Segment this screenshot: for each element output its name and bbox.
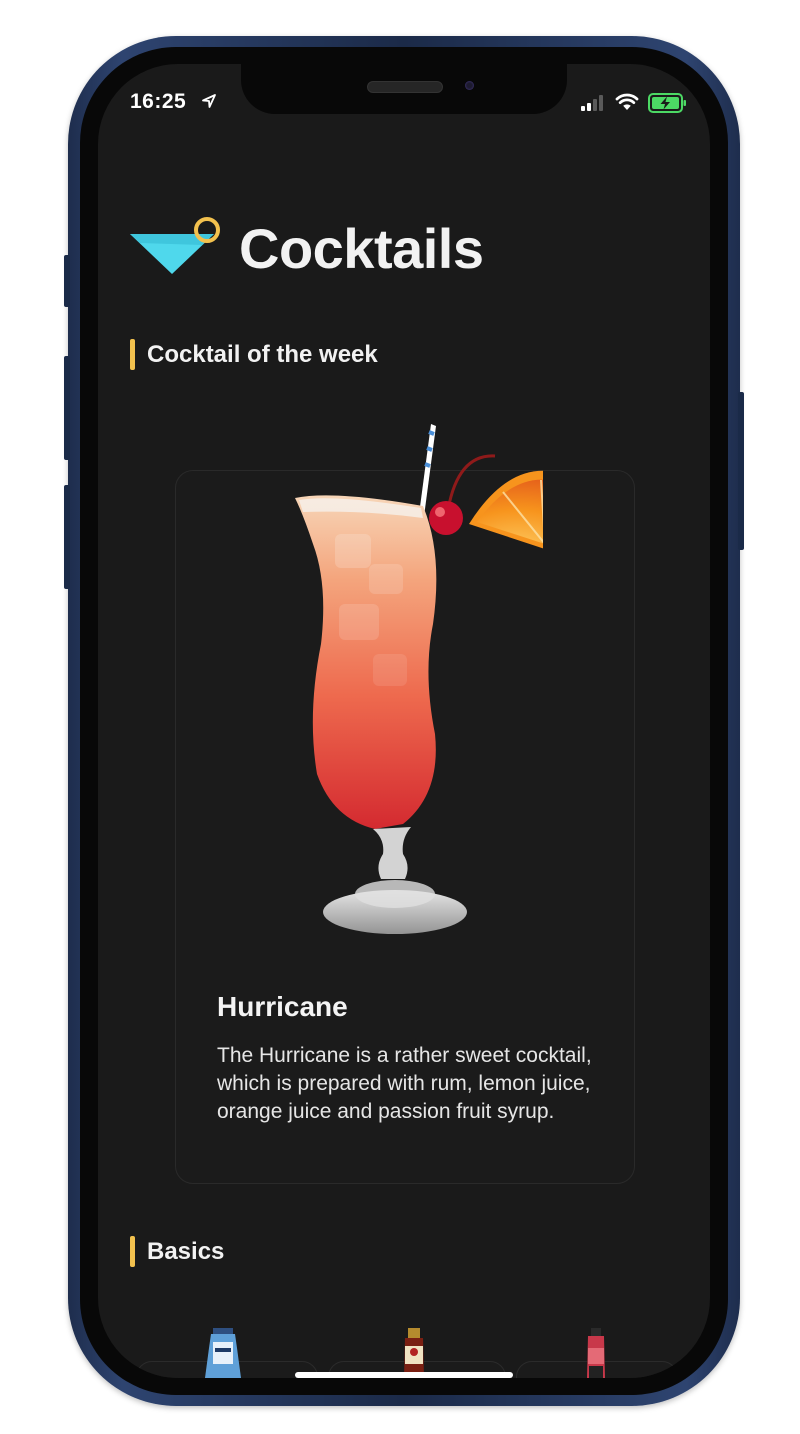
mute-switch: [64, 255, 70, 307]
cellular-signal-icon: [581, 94, 603, 111]
gin-bottle-icon: [205, 1328, 241, 1378]
wifi-icon: [615, 93, 639, 110]
location-arrow-icon: [202, 94, 216, 108]
volume-up-button: [64, 356, 70, 460]
battery-charging-icon: [648, 93, 686, 113]
liqueur-bottle-icon: [587, 1328, 605, 1378]
front-camera: [465, 81, 474, 90]
power-button: [738, 392, 744, 550]
rum-bottle-icon: [404, 1328, 424, 1378]
cocktail-glass-icon: [130, 217, 220, 274]
volume-down-button: [64, 485, 70, 589]
section-title-cocktail-of-week: Cocktail of the week: [147, 341, 378, 368]
app-title: Cocktails: [239, 217, 484, 280]
hurricane-cocktail-image: [295, 424, 543, 934]
earpiece-speaker: [367, 81, 443, 93]
status-time: 16:25: [130, 90, 187, 113]
app-screen: 16:25 Cocktails Cocktail of the week Hur…: [98, 64, 710, 1378]
notch: [241, 64, 567, 114]
section-accent-bar: [130, 1236, 135, 1267]
home-indicator[interactable]: [295, 1372, 513, 1378]
cocktail-description: The Hurricane is a rather sweet cocktail…: [217, 1044, 592, 1123]
cocktail-name: Hurricane: [217, 991, 348, 1022]
section-accent-bar: [130, 339, 135, 370]
section-title-basics: Basics: [147, 1238, 225, 1265]
